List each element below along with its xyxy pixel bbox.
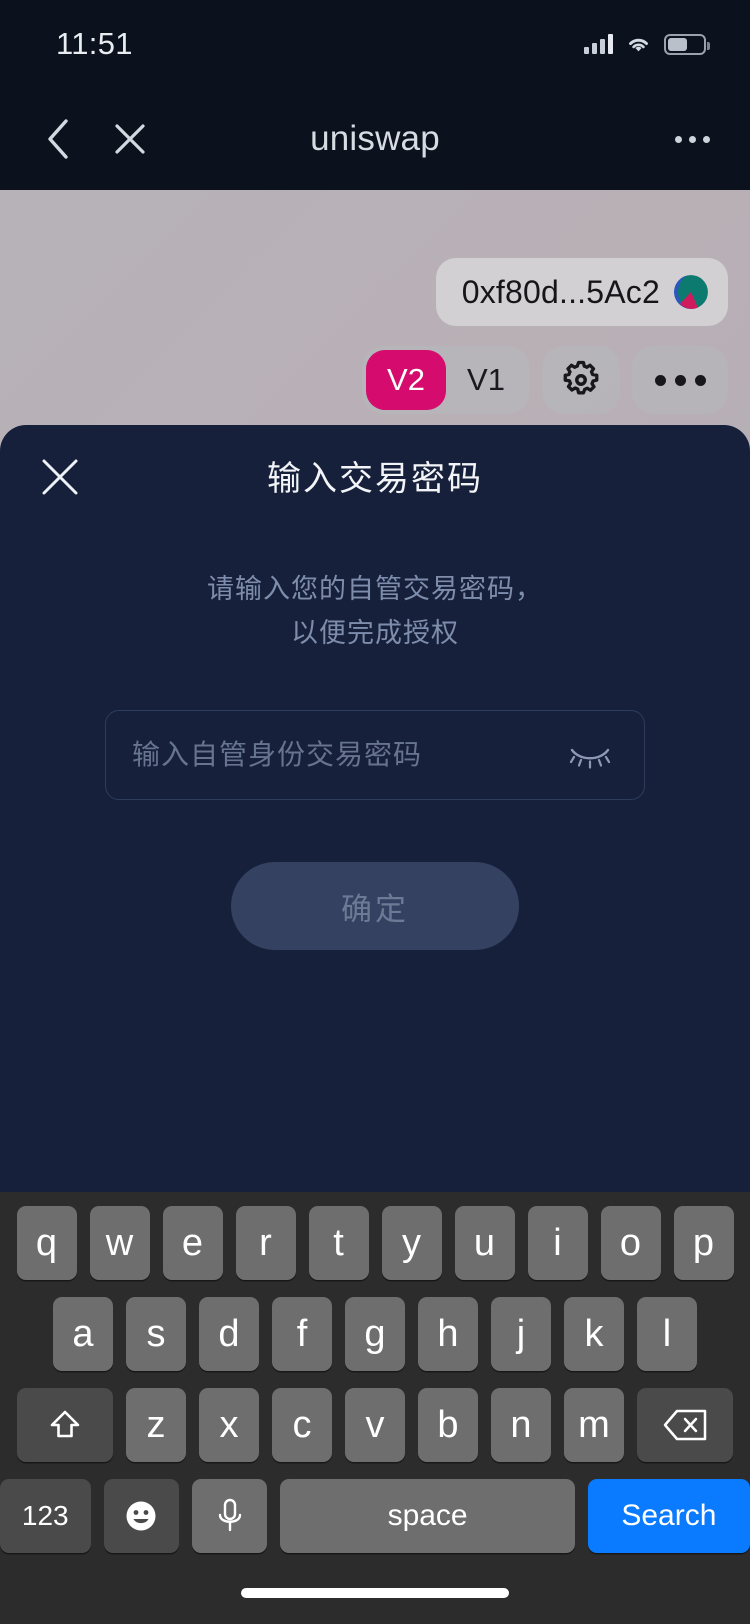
- key-r[interactable]: r: [235, 1206, 296, 1280]
- battery-icon: [664, 33, 710, 55]
- password-modal: 输入交易密码 请输入您的自管交易密码， 以便完成授权 确定: [0, 425, 750, 1192]
- key-n[interactable]: n: [491, 1388, 551, 1462]
- key-b[interactable]: b: [418, 1388, 478, 1462]
- key-c[interactable]: c: [272, 1388, 332, 1462]
- phone-screen: 11:51 uniswap 0xf80d...5Ac2 V2 V1 输入交易密码…: [0, 0, 750, 1624]
- cellular-bars-icon: [584, 34, 613, 54]
- numbers-key[interactable]: 123: [0, 1479, 91, 1553]
- key-u[interactable]: u: [454, 1206, 515, 1280]
- wallet-address-label: 0xf80d...5Ac2: [461, 273, 660, 310]
- search-key[interactable]: Search: [587, 1479, 750, 1553]
- close-icon[interactable]: [30, 447, 90, 507]
- status-bar: 11:51: [0, 0, 750, 88]
- backspace-icon[interactable]: [637, 1388, 733, 1462]
- dapp-toolbar: V2 V1: [362, 346, 728, 414]
- onscreen-keyboard: q w e r t y u i o p a s d f g h j k l z …: [0, 1192, 750, 1572]
- key-m[interactable]: m: [564, 1388, 624, 1462]
- keyboard-row-4: 123 space Search: [0, 1479, 750, 1553]
- browser-nav-bar: uniswap: [0, 88, 750, 190]
- key-y[interactable]: y: [381, 1206, 442, 1280]
- version-option-v2[interactable]: V2: [366, 350, 446, 410]
- wifi-icon: [629, 38, 648, 52]
- key-i[interactable]: i: [527, 1206, 588, 1280]
- keyboard-row-3: z x c v b n m: [0, 1388, 750, 1462]
- key-g[interactable]: g: [345, 1297, 405, 1371]
- status-icons: [584, 33, 710, 55]
- key-e[interactable]: e: [162, 1206, 223, 1280]
- status-time: 11:51: [56, 26, 133, 61]
- key-o[interactable]: o: [600, 1206, 661, 1280]
- key-j[interactable]: j: [491, 1297, 551, 1371]
- key-q[interactable]: q: [16, 1206, 77, 1280]
- more-horizontal-icon[interactable]: [632, 346, 728, 414]
- version-option-v1[interactable]: V1: [446, 350, 526, 410]
- key-p[interactable]: p: [673, 1206, 734, 1280]
- password-field[interactable]: [105, 710, 645, 800]
- keyboard-row-2: a s d f g h j k l: [0, 1297, 750, 1371]
- modal-description: 请输入您的自管交易密码， 以便完成授权: [0, 567, 750, 655]
- wallet-avatar: [674, 275, 708, 309]
- page-title: uniswap: [310, 119, 440, 158]
- emoji-icon[interactable]: [103, 1479, 179, 1553]
- key-f[interactable]: f: [272, 1297, 332, 1371]
- microphone-icon[interactable]: [192, 1479, 268, 1553]
- space-key[interactable]: space: [280, 1479, 575, 1553]
- modal-description-line2: 以便完成授权: [291, 618, 459, 648]
- modal-description-line1: 请输入您的自管交易密码，: [207, 574, 543, 604]
- home-indicator[interactable]: [241, 1588, 509, 1598]
- confirm-button[interactable]: 确定: [231, 862, 519, 950]
- key-s[interactable]: s: [126, 1297, 186, 1371]
- version-toggle[interactable]: V2 V1: [362, 346, 530, 414]
- shift-icon[interactable]: [17, 1388, 113, 1462]
- key-v[interactable]: v: [345, 1388, 405, 1462]
- key-z[interactable]: z: [126, 1388, 186, 1462]
- more-horizontal-icon[interactable]: [675, 135, 710, 143]
- home-indicator-area: [0, 1572, 750, 1624]
- keyboard-row-1: q w e r t y u i o p: [0, 1206, 750, 1280]
- modal-header: 输入交易密码: [0, 425, 750, 525]
- key-k[interactable]: k: [564, 1297, 624, 1371]
- gear-icon[interactable]: [542, 346, 620, 414]
- wallet-address-chip[interactable]: 0xf80d...5Ac2: [435, 258, 728, 326]
- key-t[interactable]: t: [308, 1206, 369, 1280]
- key-a[interactable]: a: [53, 1297, 113, 1371]
- key-w[interactable]: w: [89, 1206, 150, 1280]
- modal-title: 输入交易密码: [267, 459, 483, 498]
- key-h[interactable]: h: [418, 1297, 478, 1371]
- key-x[interactable]: x: [199, 1388, 259, 1462]
- key-l[interactable]: l: [637, 1297, 697, 1371]
- key-d[interactable]: d: [199, 1297, 259, 1371]
- eye-closed-icon[interactable]: [562, 727, 618, 783]
- password-input[interactable]: [132, 739, 562, 771]
